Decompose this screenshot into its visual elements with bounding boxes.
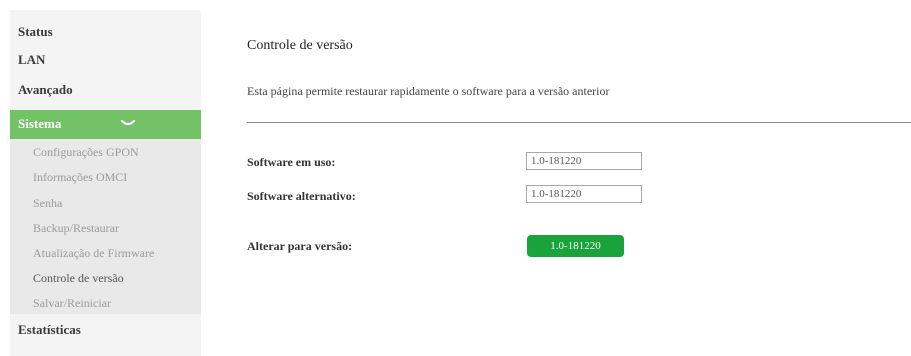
nav-avancado[interactable]: Avançado bbox=[18, 82, 73, 98]
software-in-use-label: Software em uso: bbox=[247, 155, 336, 169]
software-alternative-field[interactable]: 1.0-181220 bbox=[526, 185, 642, 203]
submenu-item-configuracoes-gpon[interactable]: Configurações GPON bbox=[33, 145, 139, 160]
nav-estatisticas[interactable]: Estatísticas bbox=[18, 322, 81, 338]
nav-status[interactable]: Status bbox=[18, 24, 53, 40]
divider bbox=[247, 122, 911, 123]
nav-sistema[interactable]: Sistema bbox=[10, 110, 201, 139]
submenu-item-informacoes-omci[interactable]: Informações OMCI bbox=[33, 170, 127, 185]
nav-sistema-label: Sistema bbox=[18, 116, 62, 131]
submenu-item-backup-restaurar[interactable]: Backup/Restaurar bbox=[33, 221, 119, 236]
switch-version-label: Alterar para versão: bbox=[247, 239, 353, 253]
submenu-item-senha[interactable]: Senha bbox=[33, 196, 62, 211]
submenu-item-controle-versao[interactable]: Controle de versão bbox=[33, 271, 124, 286]
chevron-down-icon bbox=[120, 119, 136, 126]
main-content: Controle de versão Esta página permite r… bbox=[247, 0, 911, 356]
nav-lan[interactable]: LAN bbox=[18, 52, 45, 68]
software-alternative-label: Software alternativo: bbox=[247, 189, 356, 203]
software-in-use-field[interactable]: 1.0-181220 bbox=[526, 152, 642, 170]
switch-version-button[interactable]: 1.0-181220 bbox=[527, 235, 624, 257]
sidebar: Status LAN Avançado Sistema Configuraçõe… bbox=[10, 10, 201, 356]
submenu-item-salvar-reiniciar[interactable]: Salvar/Reiniciar bbox=[33, 296, 111, 311]
submenu-item-atualizacao-firmware[interactable]: Atualização de Firmware bbox=[33, 246, 154, 261]
page-title: Controle de versão bbox=[247, 38, 353, 53]
sistema-submenu: Configurações GPON Informações OMCI Senh… bbox=[10, 139, 201, 314]
page-description: Esta página permite restaurar rapidament… bbox=[247, 84, 610, 98]
